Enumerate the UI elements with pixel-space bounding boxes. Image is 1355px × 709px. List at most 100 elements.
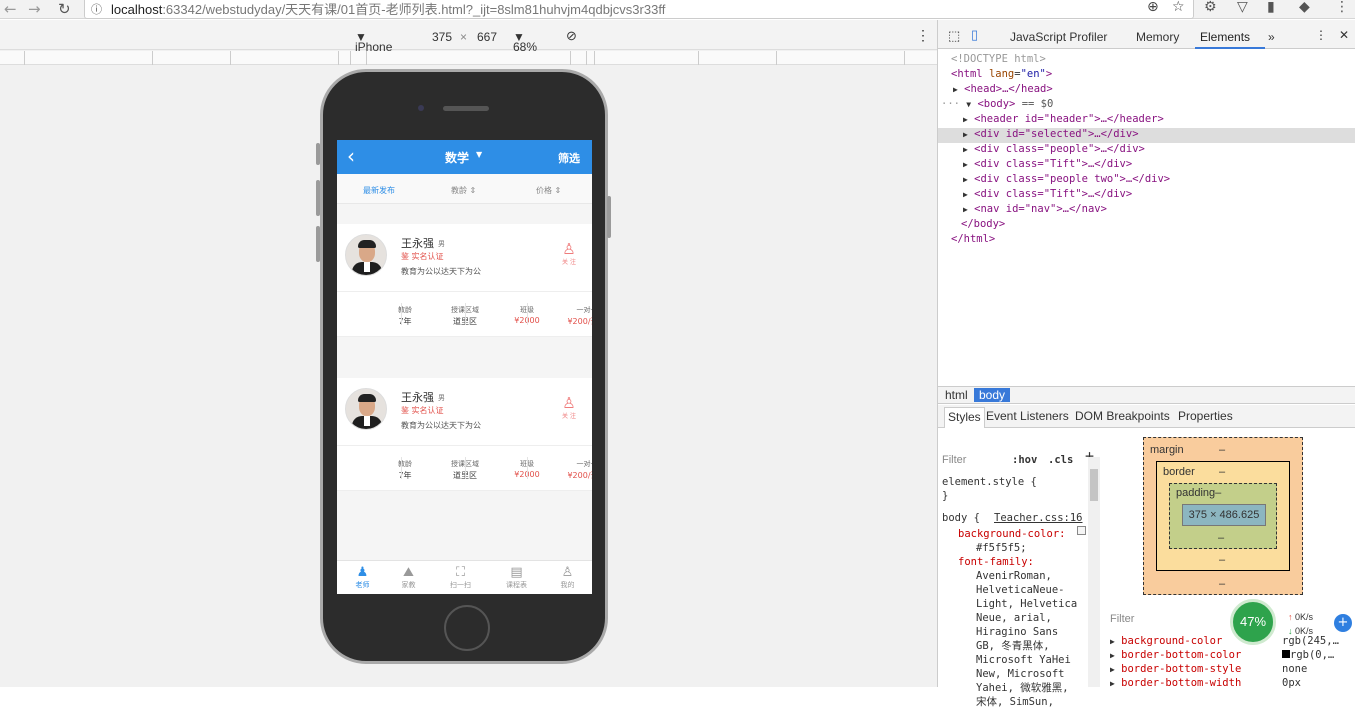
stat-experience: 教龄 7年 [398, 306, 412, 326]
dom-html[interactable]: <html lang="en"> [951, 67, 1052, 82]
css-prop[interactable]: background-color: [958, 527, 1065, 541]
dom-header[interactable]: ▶ <header id="header">…</header> [963, 112, 1164, 127]
url-text: localhost:63342/webstudyday/天天有课/01首页-老师… [111, 2, 666, 17]
dom-html-close[interactable]: </html> [951, 232, 995, 247]
dom-people[interactable]: ▶ <div class="people">…</div> [963, 142, 1145, 157]
styles-scrollbar[interactable] [1088, 457, 1100, 687]
reload-icon[interactable]: ↻ [58, 0, 71, 18]
star-icon[interactable]: ☆ [1172, 0, 1185, 15]
tab-styles[interactable]: Styles [944, 407, 985, 428]
device-pane: iPhone 6 ▼ 375 × 667 68% ▼ ⊘ ⋮ ‹ 数学 ▼ 筛选… [0, 20, 937, 687]
subject-title[interactable]: 数学 [445, 149, 469, 166]
dom-body-close[interactable]: </body> [961, 217, 1005, 232]
height-field[interactable]: 667 [477, 30, 497, 44]
follow-button[interactable]: ♙ 关 注 [559, 241, 579, 266]
speed-badge[interactable]: 47% [1230, 599, 1276, 645]
plus-icon[interactable]: + [1334, 614, 1352, 632]
tab-properties[interactable]: Properties [1178, 409, 1233, 423]
dom-tift[interactable]: ▶ <div class="Tift">…</div> [963, 157, 1132, 172]
cls-toggle[interactable]: .cls [1048, 453, 1073, 467]
mountain-icon: ⛰ [403, 565, 414, 580]
dom-people-two[interactable]: ▶ <div class="people two">…</div> [963, 172, 1170, 187]
hov-toggle[interactable]: :hov [1012, 453, 1037, 467]
follow-button[interactable]: ♙ 关 注 [559, 395, 579, 420]
media-query-ruler[interactable] [0, 51, 937, 65]
tab-teacher[interactable]: ♟ 老师 [337, 561, 388, 594]
person-icon: ♟ [356, 565, 369, 580]
side-button [607, 196, 611, 238]
breadcrumb: html body [938, 386, 1355, 404]
tab-scan[interactable]: ⛶ 扫一扫 [435, 561, 486, 594]
sort-price[interactable]: 价格 ⇕ [536, 185, 561, 196]
dom-selected[interactable]: ▶ <div id="selected">…</div> [963, 127, 1139, 142]
sort-latest[interactable]: 最新发布 [363, 185, 395, 196]
device-toggle-icon[interactable]: ▯ [971, 27, 978, 43]
styles-filter-input[interactable]: Filter [942, 453, 966, 467]
tab-schedule[interactable]: ▤ 课程表 [491, 561, 542, 594]
computed-row[interactable]: ▶ background-color [1110, 634, 1222, 649]
home-button[interactable] [444, 605, 490, 651]
user-icon: ♙ [561, 565, 574, 580]
teacher-name: 王永强 [401, 237, 434, 250]
dom-nav[interactable]: ▶ <nav id="nav">…</nav> [963, 202, 1107, 217]
tab-more[interactable]: » [1268, 30, 1275, 44]
caret-down-icon[interactable]: ▼ [476, 150, 482, 159]
close-icon[interactable]: ✕ [1339, 28, 1349, 42]
forward-arrow-icon[interactable]: → [28, 0, 41, 18]
app-header: ‹ 数学 ▼ 筛选 [337, 140, 592, 174]
css-value[interactable]: #f5f5f5; [976, 541, 1027, 555]
color-swatch[interactable] [1077, 526, 1086, 535]
extension-v-icon[interactable]: ▽ [1237, 0, 1248, 15]
computed-row[interactable]: ▶ border-bottom-style [1110, 662, 1241, 677]
extension-ghost-icon[interactable]: ◆ [1299, 0, 1310, 15]
gear-icon[interactable]: ⚙ [1204, 0, 1217, 15]
filter-button[interactable]: 筛选 [558, 150, 580, 166]
zoom-select[interactable]: 68% ▼ [513, 30, 537, 54]
css-prop[interactable]: font-family: [958, 555, 1034, 569]
rule-source-link[interactable]: Teacher.css:16 [994, 511, 1083, 525]
computed-row[interactable]: ▶ border-bottom-width [1110, 676, 1241, 691]
dom-tift[interactable]: ▶ <div class="Tift">…</div> [963, 187, 1132, 202]
zoom-icon[interactable]: ⊕ [1147, 0, 1159, 15]
back-icon[interactable]: ‹ [347, 145, 355, 167]
avatar [345, 388, 387, 430]
computed-filter-input[interactable]: Filter [1110, 612, 1134, 626]
dom-head[interactable]: ▶ <head>…</head> [953, 82, 1053, 97]
crumb-body[interactable]: body [974, 388, 1011, 402]
dom-doctype[interactable]: <!DOCTYPE html> [951, 52, 1046, 67]
address-bar[interactable]: ⓘ localhost:63342/webstudyday/天天有课/01首页-… [84, 0, 1194, 19]
teacher-motto: 教育为公以达天下为公 [401, 267, 481, 276]
info-icon[interactable]: ⓘ [91, 1, 102, 17]
teacher-card[interactable]: 王永强 男 鉴 实名认证 教育为公以达天下为公 ♙ 关 注 教龄7年 授课区域道… [337, 224, 592, 337]
inspect-icon[interactable]: ⬚ [948, 28, 960, 44]
teacher-gender: 男 [438, 394, 445, 402]
device-menu-icon[interactable]: ⋮ [916, 27, 930, 44]
rotate-icon[interactable]: ⊘ [566, 28, 577, 44]
dom-body[interactable]: ··· ▼ <body> == $0 [941, 97, 1053, 112]
verify-icon: 鉴 [401, 406, 409, 415]
devtools-menu-icon[interactable]: ⋮ [1315, 28, 1327, 42]
teacher-gender: 男 [438, 240, 445, 248]
tab-dom-breakpoints[interactable]: DOM Breakpoints [1075, 409, 1170, 423]
tab-js-profiler[interactable]: JavaScript Profiler [1010, 30, 1107, 44]
tab-tutor[interactable]: ⛰ 家教 [383, 561, 434, 594]
mobile-screen: ‹ 数学 ▼ 筛选 最新发布 教龄 ⇕ 价格 ⇕ 王永强 男 鉴 实名认证 教育… [337, 140, 592, 594]
tab-event-listeners[interactable]: Event Listeners [986, 409, 1069, 423]
computed-row[interactable]: ▶ border-bottom-color [1110, 648, 1241, 663]
element-style-rule[interactable]: element.style { [942, 475, 1037, 489]
stat-area: 授课区域道里区 [401, 446, 479, 492]
menu-dots-icon[interactable]: ⋮ [1335, 0, 1349, 15]
device-select[interactable]: iPhone 6 ▼ [355, 30, 392, 68]
tab-me[interactable]: ♙ 我的 [542, 561, 592, 594]
sort-experience[interactable]: 教龄 ⇕ [451, 185, 476, 196]
crumb-html[interactable]: html [940, 388, 973, 402]
extension-doc-icon[interactable]: ▮ [1267, 0, 1275, 15]
tab-elements[interactable]: Elements [1200, 30, 1250, 44]
styles-pane: Filter :hov .cls + element.style { } bod… [938, 429, 1103, 708]
tab-memory[interactable]: Memory [1136, 30, 1179, 44]
width-field[interactable]: 375 [432, 30, 452, 44]
bottom-tab-bar: ♟ 老师 ⛰ 家教 ⛶ 扫一扫 ▤ 课程表 ♙ 我的 [337, 560, 592, 594]
teacher-card[interactable]: 王永强 男 鉴 实名认证 教育为公以达天下为公 ♙ 关 注 教龄7年 授课区域道… [337, 378, 592, 491]
back-arrow-icon[interactable]: ← [4, 0, 17, 18]
teacher-name: 王永强 [401, 391, 434, 404]
